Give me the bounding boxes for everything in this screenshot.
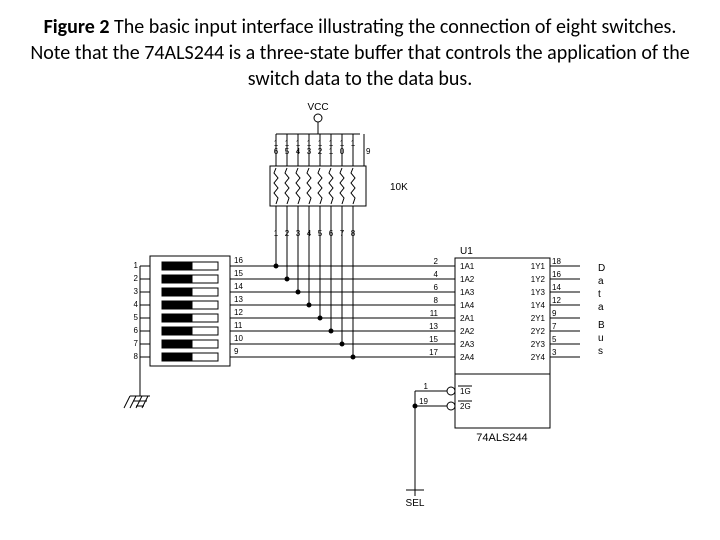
- svg-text:a: a: [598, 302, 604, 313]
- svg-text:2Y4: 2Y4: [531, 353, 546, 362]
- svg-text:4: 4: [296, 147, 301, 156]
- svg-text:12: 12: [552, 296, 561, 305]
- svg-text:a: a: [598, 276, 604, 287]
- svg-text:3: 3: [134, 287, 139, 296]
- dip-switch: [150, 256, 230, 366]
- ic-partname: 74ALS244: [476, 432, 527, 444]
- svg-text:1: 1: [134, 261, 139, 270]
- svg-text:5: 5: [134, 313, 139, 322]
- svg-text:12: 12: [234, 308, 243, 317]
- svg-text:1G: 1G: [460, 387, 471, 396]
- svg-text:7: 7: [552, 322, 557, 331]
- svg-text:13: 13: [234, 295, 243, 304]
- data-bus-label: D a t a B u s: [598, 263, 605, 357]
- svg-text:2G: 2G: [460, 402, 471, 411]
- ic-enable-pins: 1 1G 19 2G: [419, 382, 472, 411]
- svg-text:8: 8: [434, 296, 439, 305]
- svg-text:11: 11: [234, 321, 243, 330]
- svg-text:4: 4: [434, 270, 439, 279]
- resistor-value: 10K: [390, 182, 408, 193]
- svg-text:2A4: 2A4: [460, 353, 475, 362]
- svg-text:10: 10: [234, 334, 243, 343]
- vcc-node: [314, 114, 322, 122]
- svg-text:9: 9: [552, 309, 557, 318]
- sel-wiring: SEL: [406, 391, 430, 509]
- svg-text:1Y4: 1Y4: [531, 301, 546, 310]
- svg-text:16: 16: [234, 256, 243, 265]
- svg-text:1: 1: [351, 139, 356, 148]
- svg-text:B: B: [598, 320, 605, 331]
- ic-left-pins: 2 1A1 4 1A2 6 1A3 8 1A4 11 2A1 13 2A2 15 2A3 17…: [429, 257, 475, 362]
- svg-text:15: 15: [429, 335, 438, 344]
- dip-sliders: [162, 262, 218, 361]
- svg-text:14: 14: [552, 283, 561, 292]
- circuit-diagram: VCC 16 15 14 13 12 11 10 1 9 10K 1 2: [100, 96, 620, 516]
- svg-text:u: u: [598, 333, 604, 344]
- vcc-label: VCC: [307, 102, 328, 113]
- resistor-bottom-pins: 1 2 3 4 5 6 7 8: [274, 206, 356, 238]
- svg-text:1Y3: 1Y3: [531, 288, 546, 297]
- svg-text:s: s: [598, 346, 603, 357]
- svg-text:1Y1: 1Y1: [531, 262, 546, 271]
- svg-text:1A2: 1A2: [460, 275, 475, 284]
- svg-text:15: 15: [234, 269, 243, 278]
- svg-text:2: 2: [134, 274, 139, 283]
- resistor-top-pins: 16 15 14 13 12 11 10 1 9: [274, 134, 371, 166]
- svg-text:16: 16: [552, 270, 561, 279]
- svg-text:9: 9: [366, 147, 371, 156]
- ic-right-pins: 1Y1 18 1Y2 16 1Y3 14 1Y4 12 2Y1 9 2Y2 7 2Y3 5 2…: [531, 257, 580, 362]
- svg-text:2Y2: 2Y2: [531, 327, 546, 336]
- svg-text:6: 6: [134, 326, 139, 335]
- svg-text:11: 11: [430, 309, 439, 318]
- ic-refdes: U1: [460, 246, 473, 257]
- svg-text:3: 3: [552, 348, 557, 357]
- figure-text: The basic input interface illustrating t…: [30, 15, 689, 91]
- svg-text:1A1: 1A1: [460, 262, 475, 271]
- svg-text:5: 5: [285, 147, 290, 156]
- sel-label: SEL: [406, 498, 425, 509]
- svg-text:7: 7: [134, 339, 139, 348]
- svg-text:6: 6: [434, 283, 439, 292]
- svg-text:0: 0: [340, 147, 345, 156]
- svg-text:1A4: 1A4: [460, 301, 475, 310]
- svg-text:1A3: 1A3: [460, 288, 475, 297]
- svg-text:2Y3: 2Y3: [531, 340, 546, 349]
- svg-text:5: 5: [552, 335, 557, 344]
- figure-caption: Figure 2 The basic input interface illus…: [0, 0, 720, 96]
- svg-text:2A1: 2A1: [460, 314, 475, 323]
- ground-icon: [124, 396, 150, 408]
- svg-text:19: 19: [419, 397, 428, 406]
- figure-label: Figure 2: [44, 15, 110, 39]
- svg-text:2A2: 2A2: [460, 327, 475, 336]
- svg-text:17: 17: [429, 348, 438, 357]
- svg-text:2: 2: [434, 257, 439, 266]
- svg-text:13: 13: [429, 322, 438, 331]
- signal-wires: [242, 226, 440, 359]
- svg-text:6: 6: [274, 147, 279, 156]
- svg-text:8: 8: [134, 352, 139, 361]
- svg-text:1Y2: 1Y2: [531, 275, 546, 284]
- svg-text:14: 14: [234, 282, 243, 291]
- svg-text:2A3: 2A3: [460, 340, 475, 349]
- svg-text:3: 3: [307, 147, 312, 156]
- svg-text:1: 1: [424, 382, 429, 391]
- svg-text:1: 1: [329, 147, 334, 156]
- svg-text:t: t: [598, 289, 601, 300]
- svg-text:18: 18: [552, 257, 561, 266]
- resistor-zigzags: [274, 168, 355, 204]
- svg-text:2: 2: [318, 147, 323, 156]
- svg-text:D: D: [598, 263, 605, 274]
- svg-text:9: 9: [234, 347, 239, 356]
- svg-text:2Y1: 2Y1: [531, 314, 546, 323]
- svg-text:4: 4: [134, 300, 139, 309]
